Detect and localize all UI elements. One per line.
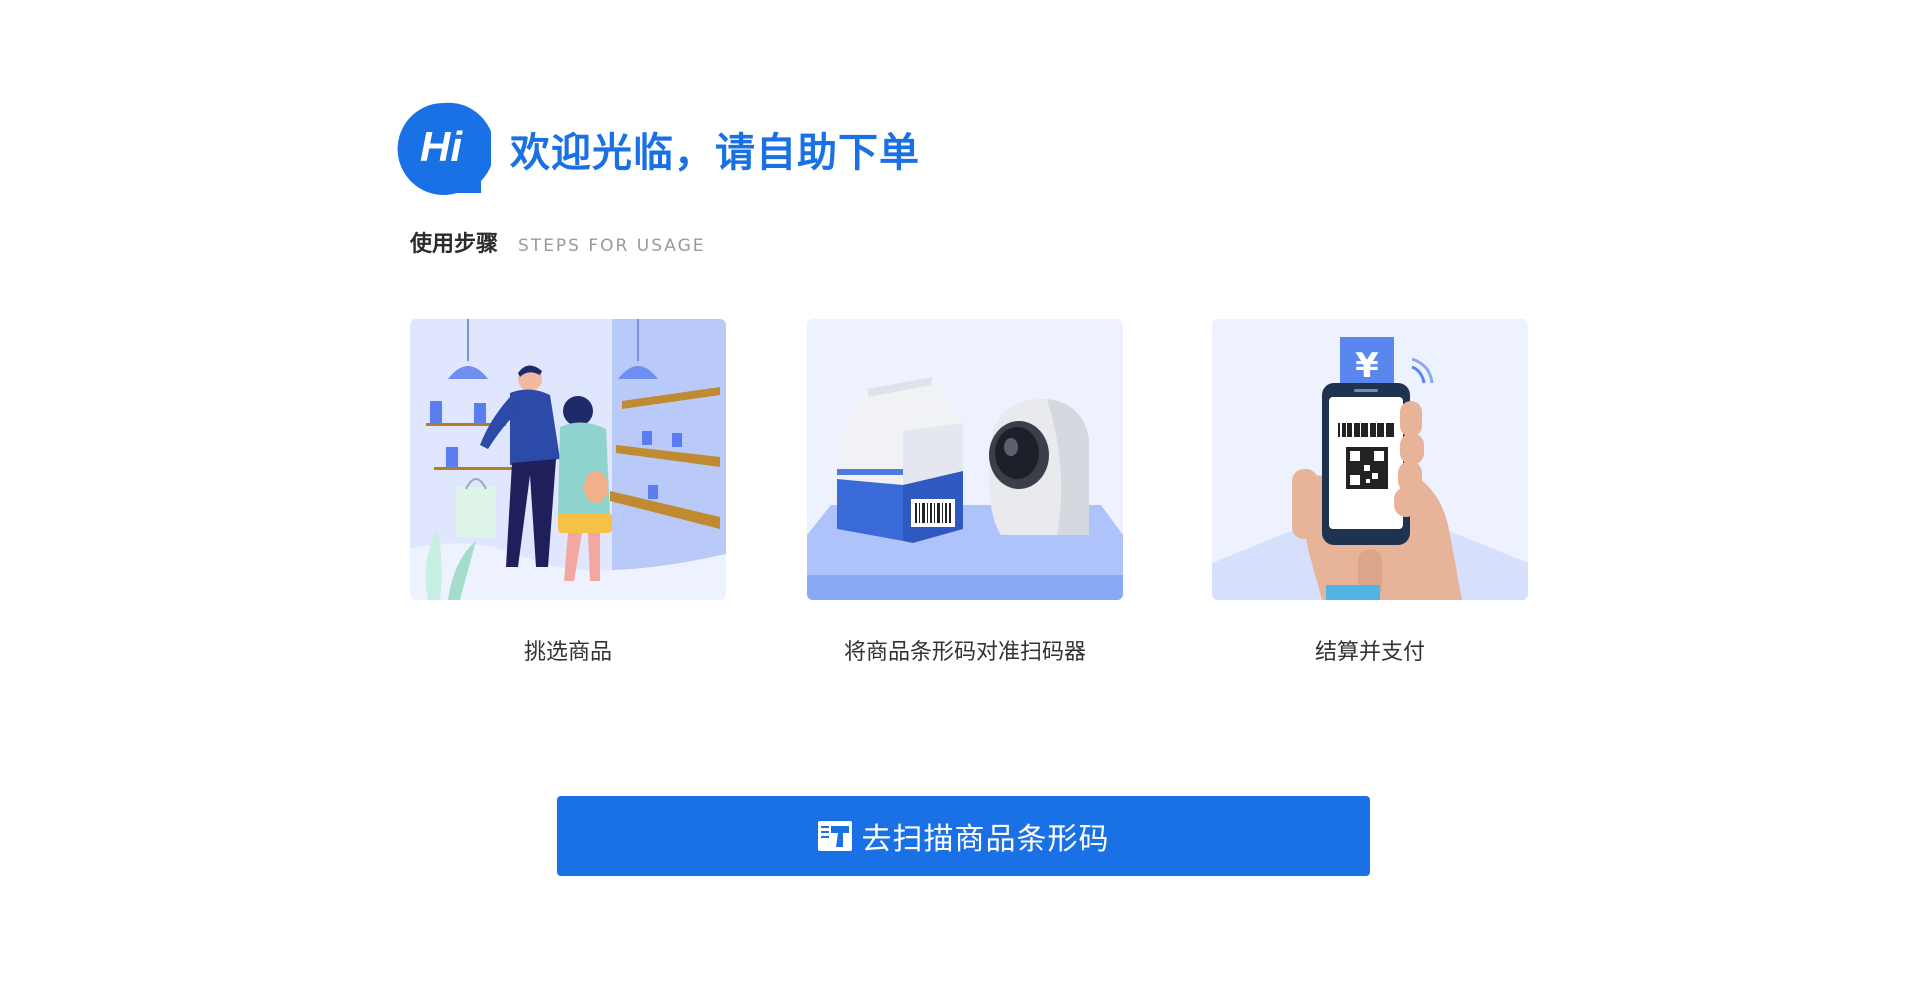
- step-label-checkout-pay: 结算并支付: [1314, 640, 1425, 665]
- welcome-header: Hi 欢迎光临，请自助下单: [395, 101, 920, 197]
- step-label-pick-goods: 挑选商品: [523, 640, 612, 665]
- step-card-checkout-pay: ¥: [1212, 319, 1528, 600]
- steps-heading: 使用步骤 STEPS FOR USAGE: [410, 226, 706, 258]
- hi-chat-bubble-icon: Hi: [395, 101, 491, 197]
- welcome-title: 欢迎光临，请自助下单: [510, 130, 920, 176]
- self-checkout-page: Hi 欢迎光临，请自助下单 使用步骤 STEPS FOR USAGE 挑选商品 …: [0, 0, 1920, 1007]
- steps-title-en: STEPS FOR USAGE: [518, 236, 706, 256]
- hi-badge-text: Hi: [420, 123, 463, 170]
- barcode-icon: [911, 499, 955, 527]
- step-card-scan-barcode: [807, 319, 1123, 600]
- shopping-couple-illustration: [410, 319, 726, 600]
- barcode-scanner-illustration: [807, 319, 1123, 600]
- scan-barcode-button[interactable]: 去扫描商品条形码: [557, 796, 1370, 876]
- qr-code-icon: [1338, 423, 1394, 489]
- mobile-payment-illustration: ¥: [1212, 319, 1528, 600]
- step-card-pick-goods: [410, 319, 726, 600]
- step-label-scan-barcode: 将商品条形码对准扫码器: [843, 640, 1086, 665]
- scanner-gun-icon: [817, 821, 852, 851]
- steps-title-cn: 使用步骤: [410, 232, 499, 257]
- yen-icon: ¥: [1355, 346, 1379, 386]
- scan-button-label: 去扫描商品条形码: [861, 822, 1110, 857]
